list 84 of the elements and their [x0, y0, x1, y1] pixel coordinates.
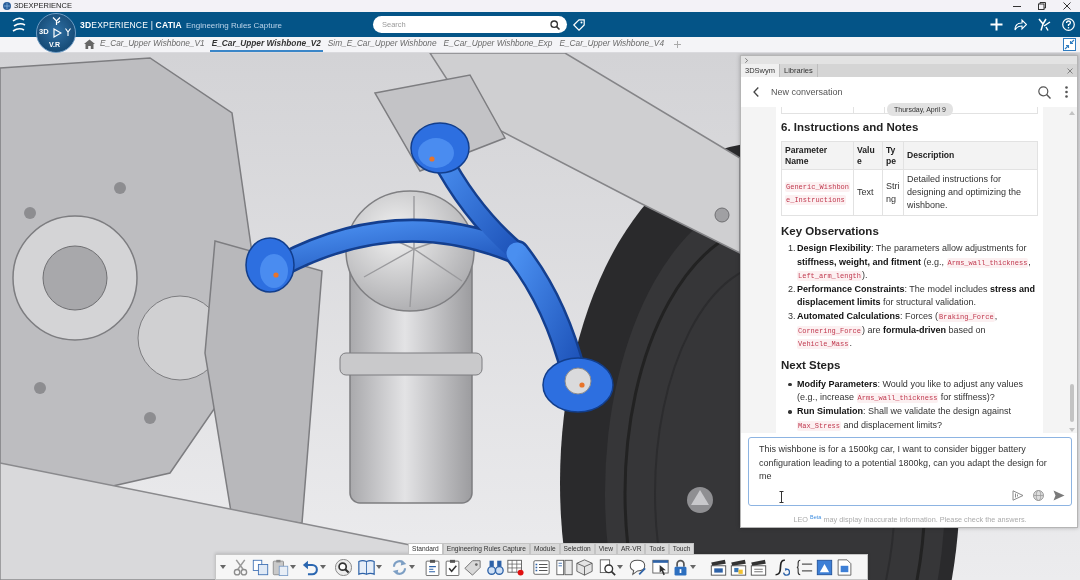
list-number: 2.: [787, 282, 797, 296]
magnifier-icon[interactable]: [335, 558, 352, 576]
list-icon[interactable]: [533, 558, 550, 576]
cube-icon[interactable]: [576, 558, 593, 576]
logo-icon[interactable]: [12, 16, 26, 33]
bolt-head: [714, 207, 730, 223]
table-cell: Detailed instructions for designing and optimizing the wishbone.: [903, 169, 1038, 216]
dropdown-caret-icon[interactable]: [220, 565, 226, 569]
function-icon[interactable]: [773, 558, 790, 576]
text-cursor-icon: [779, 491, 784, 503]
list-number: 1.: [787, 242, 797, 255]
view-compass-icon[interactable]: [687, 487, 713, 513]
dropdown-caret-icon[interactable]: [290, 565, 296, 569]
document-tab[interactable]: E_Car_Upper Wishbone_Exp: [441, 37, 555, 52]
play-icon[interactable]: [53, 28, 62, 38]
bullet-icon: [788, 410, 792, 414]
back-icon[interactable]: [753, 87, 759, 97]
clipboard-icon[interactable]: [424, 558, 441, 576]
bolt-head: [144, 412, 156, 424]
document-tab[interactable]: E_Car_Upper Wishbone_V1: [98, 37, 207, 52]
table-header-cell: Value: [853, 141, 883, 170]
image-icon[interactable]: [816, 558, 833, 576]
home-icon[interactable]: [84, 39, 95, 49]
message-input[interactable]: This wishbone is for a 1500kg car, I want to consider bigger battery configuration leading to a potential 1800kg, can you adapt the design for me: [748, 437, 1072, 506]
clapperboard-icon[interactable]: [710, 558, 727, 576]
lock-icon[interactable]: [672, 558, 689, 576]
checklist-icon[interactable]: [444, 558, 461, 576]
table-header-cell: Description: [903, 141, 1038, 170]
table-cell: Text: [853, 169, 883, 216]
table-cell: String: [882, 169, 904, 216]
dropdown-caret-icon[interactable]: [409, 565, 415, 569]
play-outline-icon[interactable]: [1012, 490, 1024, 501]
bolt-head: [114, 182, 126, 194]
bolt-head: [34, 382, 46, 394]
restore-icon[interactable]: [1038, 2, 1046, 10]
dropdown-caret-icon[interactable]: [690, 565, 696, 569]
app-name: Engineering Rules Capture: [185, 20, 282, 30]
send-icon[interactable]: [1053, 490, 1065, 501]
undo-icon[interactable]: [302, 558, 319, 576]
bullet-icon: [788, 382, 792, 387]
scrollbar-thumb[interactable]: [1070, 384, 1074, 422]
collapse-icon[interactable]: [1063, 38, 1076, 51]
more-icon[interactable]: [1065, 86, 1068, 98]
figure-icon[interactable]: [1038, 18, 1051, 31]
window-icon[interactable]: [652, 558, 669, 576]
section-heading: Next Steps: [781, 357, 842, 372]
section-heading: 6. Instructions and Notes: [781, 120, 920, 134]
refresh-icon[interactable]: [391, 558, 408, 576]
clapperboard-icon[interactable]: [750, 558, 767, 576]
clapperboard-icon[interactable]: [730, 558, 747, 576]
table-header-cell: Type: [882, 141, 904, 170]
app-icon: [3, 2, 11, 10]
dropdown-caret-icon[interactable]: [376, 565, 382, 569]
help-icon[interactable]: [1062, 18, 1075, 31]
figure-icon: [52, 17, 61, 25]
list-item-text: Performance Constraints: The model includes stress and displacement limits for structural validation.: [797, 282, 1036, 310]
scissors-icon[interactable]: [232, 558, 249, 576]
globe-icon[interactable]: [1033, 490, 1044, 501]
bolt-head: [24, 207, 36, 219]
dropdown-caret-icon[interactable]: [320, 565, 326, 569]
book-icon[interactable]: [358, 558, 375, 576]
conversation-title: New conversation: [771, 87, 843, 97]
panels-icon[interactable]: [556, 558, 573, 576]
list-number: 3.: [787, 309, 797, 323]
dropdown-caret-icon[interactable]: [617, 565, 623, 569]
figure-icon: [65, 28, 71, 36]
document-tab[interactable]: E_Car_Upper Wishbone_V4: [557, 37, 666, 52]
search-icon[interactable]: [1038, 85, 1051, 99]
binoculars-icon[interactable]: [487, 558, 504, 576]
document-icon[interactable]: [836, 558, 853, 576]
chevron-right-icon[interactable]: [745, 57, 748, 63]
copy-icon[interactable]: [252, 558, 269, 576]
share-icon[interactable]: [1014, 18, 1027, 31]
table-header-cell: Parameter Name: [781, 141, 854, 170]
brand-title: 3DEXPERIENCE | CATIA: [80, 19, 182, 30]
table-icon[interactable]: [507, 558, 524, 576]
paste-icon[interactable]: [272, 558, 289, 576]
comment-icon[interactable]: [629, 558, 646, 576]
search-icon[interactable]: [550, 19, 560, 30]
document-tab[interactable]: Sim_E_Car_Upper Wishbone: [325, 37, 439, 52]
close-icon[interactable]: [1063, 2, 1071, 10]
document-search-icon[interactable]: [599, 558, 616, 576]
section-heading: Key Observations: [781, 224, 880, 238]
equation-icon[interactable]: [796, 558, 813, 576]
